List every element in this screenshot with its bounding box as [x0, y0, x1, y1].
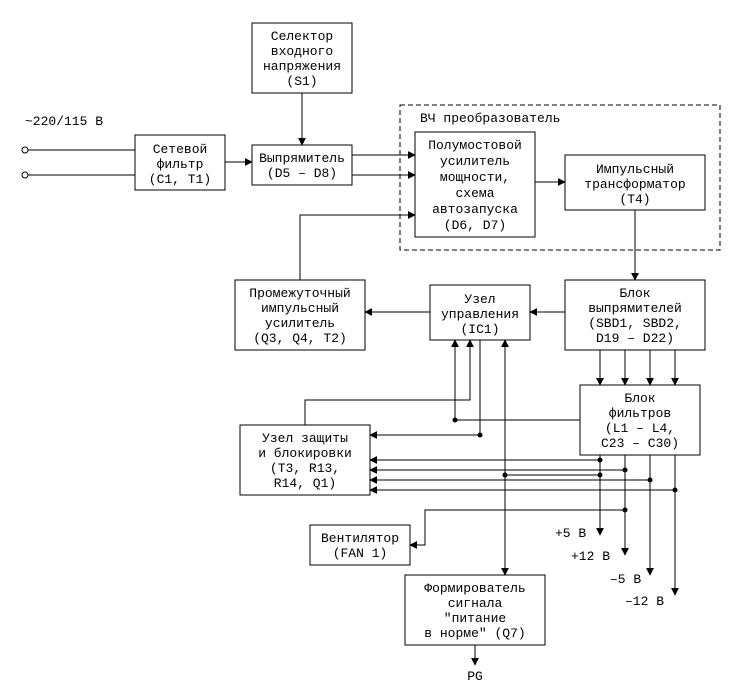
- block-output-filters: Блок фильтров (L1 – L4, C23 – C30): [580, 385, 700, 455]
- rectblock-l4: D19 – D22): [596, 331, 674, 346]
- interamp-l1: Промежуточный: [249, 286, 350, 301]
- output-plus5-label: +5 В: [555, 526, 586, 541]
- selector-l4: (S1): [286, 74, 317, 89]
- filter-l2: фильтр: [157, 157, 204, 172]
- rectblock-l1: Блок: [619, 286, 650, 301]
- selector-l1: Селектор: [271, 29, 333, 44]
- ctrl-l2: управления: [441, 307, 519, 322]
- xfmr-l3: (T4): [619, 192, 650, 207]
- protect-l2: и блокировки: [258, 446, 352, 461]
- fan-l2: (FAN 1): [333, 546, 388, 561]
- input-terminal-neutral: [22, 172, 28, 178]
- block-line-filter: Сетевой фильтр (C1, T1): [135, 135, 225, 190]
- rectblock-l2: выпрямителей: [588, 301, 682, 316]
- interamp-l3: усилитель: [265, 316, 335, 331]
- input-terminal-line: [22, 147, 28, 153]
- halfbridge-l6: (D6, D7): [444, 218, 506, 233]
- block-selector: Селектор входного напряжения (S1): [252, 23, 352, 93]
- block-control: Узел управления (IC1): [430, 285, 530, 340]
- protect-l1: Узел защиты: [262, 431, 348, 446]
- block-rectifier: Выпрямитель (D5 – D8): [252, 145, 352, 185]
- halfbridge-l3: мощности,: [440, 170, 510, 185]
- filter-l1: Сетевой: [153, 142, 208, 157]
- halfbridge-l5: автозапуска: [432, 202, 518, 217]
- pg-l3: "питание: [444, 611, 506, 626]
- pg-l4: в норме" (Q7): [424, 626, 525, 641]
- halfbridge-l1: Полумостовой: [428, 138, 522, 153]
- rectifier-l2: (D5 – D8): [267, 166, 337, 181]
- hf-group-label: ВЧ преобразователь: [420, 111, 560, 126]
- interamp-l4: (Q3, Q4, T2): [253, 331, 347, 346]
- rectifier-l1: Выпрямитель: [259, 151, 345, 166]
- output-minus5-label: –5 В: [610, 572, 641, 587]
- xfmr-l1: Импульсный: [596, 162, 674, 177]
- input-voltage-label: ~220/115 В: [25, 114, 103, 129]
- filtblock-l2: фильтров: [609, 406, 671, 421]
- filtblock-l4: C23 – C30): [601, 436, 679, 451]
- rectblock-l3: (SBD1, SBD2,: [588, 316, 682, 331]
- xfmr-l2: трансформатор: [584, 177, 685, 192]
- fan-l1: Вентилятор: [321, 531, 399, 546]
- block-output-rectifiers: Блок выпрямителей (SBD1, SBD2, D19 – D22…: [565, 280, 705, 350]
- output-plus12-label: +12 В: [571, 549, 610, 564]
- filter-l3: (C1, T1): [149, 172, 211, 187]
- filtblock-l3: (L1 – L4,: [605, 421, 675, 436]
- pg-l2: сигнала: [448, 596, 503, 611]
- protect-l3: (T3, R13,: [270, 461, 340, 476]
- block-protection: Узел защиты и блокировки (T3, R13, R14, …: [240, 425, 370, 495]
- interamp-l2: импульсный: [261, 301, 339, 316]
- output-pg-label: PG: [467, 669, 483, 684]
- ctrl-l1: Узел: [464, 292, 495, 307]
- block-fan: Вентилятор (FAN 1): [310, 525, 410, 565]
- block-pulse-transformer: Импульсный трансформатор (T4): [565, 155, 705, 210]
- halfbridge-l4: схема: [455, 186, 494, 201]
- halfbridge-l2: усилитель: [440, 154, 510, 169]
- protect-l4: R14, Q1): [274, 476, 336, 491]
- selector-l2: входного: [271, 44, 333, 59]
- ctrl-l3: (IC1): [460, 322, 499, 337]
- block-pg-former: Формирователь сигнала "питание в норме" …: [405, 575, 545, 645]
- pg-l1: Формирователь: [424, 581, 525, 596]
- block-halfbridge: Полумостовой усилитель мощности, схема а…: [415, 132, 535, 237]
- block-intermediate-amp: Промежуточный импульсный усилитель (Q3, …: [235, 280, 365, 350]
- selector-l3: напряжения: [263, 59, 341, 74]
- output-minus12-label: –12 В: [625, 594, 664, 609]
- filtblock-l1: Блок: [624, 391, 655, 406]
